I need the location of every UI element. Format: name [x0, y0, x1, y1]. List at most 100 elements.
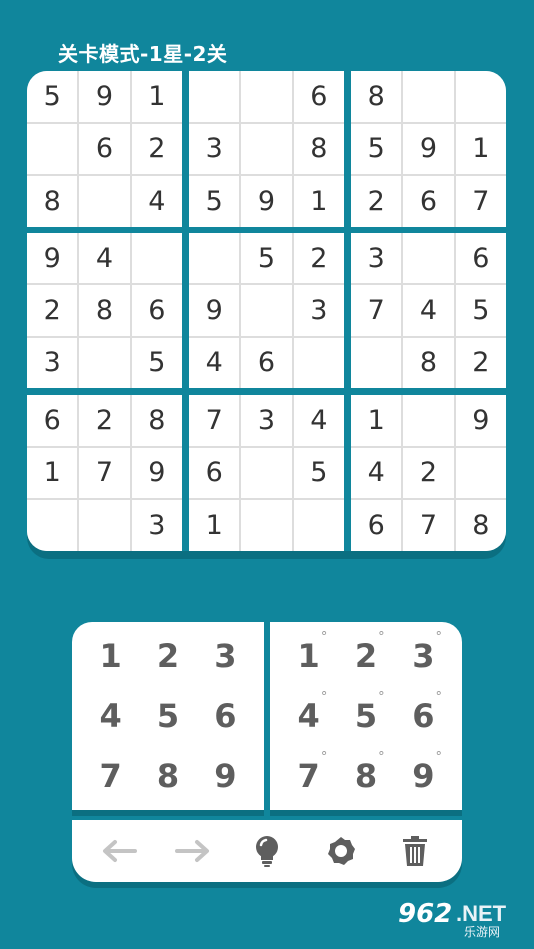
- sudoku-cell[interactable]: 4: [79, 233, 130, 284]
- number-key[interactable]: 7: [82, 746, 139, 806]
- sudoku-cell[interactable]: 5: [189, 176, 240, 227]
- number-key[interactable]: 8: [139, 746, 196, 806]
- number-key[interactable]: 2: [139, 626, 196, 686]
- sudoku-cell[interactable]: [241, 71, 292, 122]
- sudoku-cell[interactable]: 4: [293, 395, 344, 446]
- sudoku-cell[interactable]: 8: [455, 500, 506, 551]
- sudoku-cell[interactable]: 8: [79, 285, 130, 336]
- sudoku-cell[interactable]: [79, 337, 130, 388]
- sudoku-cell[interactable]: 3: [131, 500, 182, 551]
- sudoku-cell[interactable]: 3: [189, 123, 240, 175]
- note-key[interactable]: 9 °: [395, 746, 452, 806]
- note-key[interactable]: 3 °: [395, 626, 452, 686]
- sudoku-cell[interactable]: 2: [131, 123, 182, 175]
- sudoku-cell[interactable]: 4: [403, 285, 454, 336]
- sudoku-cell[interactable]: 6: [131, 285, 182, 336]
- sudoku-cell[interactable]: [293, 337, 344, 388]
- sudoku-cell[interactable]: 9: [79, 71, 130, 122]
- delete-button[interactable]: [393, 829, 437, 873]
- sudoku-cell[interactable]: 8: [403, 337, 454, 388]
- sudoku-cell[interactable]: 7: [189, 395, 240, 446]
- sudoku-cell[interactable]: [27, 123, 78, 175]
- sudoku-cell[interactable]: 8: [293, 123, 344, 175]
- sudoku-cell[interactable]: [131, 233, 182, 284]
- sudoku-cell[interactable]: 7: [351, 285, 402, 336]
- sudoku-cell[interactable]: [79, 500, 130, 551]
- sudoku-cell[interactable]: 5: [27, 71, 78, 122]
- sudoku-cell[interactable]: [241, 447, 292, 499]
- settings-button[interactable]: [319, 829, 363, 873]
- sudoku-cell[interactable]: [241, 285, 292, 336]
- sudoku-cell[interactable]: [455, 71, 506, 122]
- sudoku-cell[interactable]: 1: [351, 395, 402, 446]
- undo-button[interactable]: [97, 829, 141, 873]
- sudoku-cell[interactable]: 5: [241, 233, 292, 284]
- sudoku-cell[interactable]: [351, 337, 402, 388]
- sudoku-cell[interactable]: 1: [131, 71, 182, 122]
- number-key[interactable]: 1: [82, 626, 139, 686]
- sudoku-cell[interactable]: [403, 395, 454, 446]
- sudoku-cell[interactable]: 6: [79, 123, 130, 175]
- sudoku-cell[interactable]: 3: [27, 337, 78, 388]
- sudoku-cell[interactable]: [79, 176, 130, 227]
- sudoku-cell[interactable]: 6: [403, 176, 454, 227]
- sudoku-cell[interactable]: 2: [79, 395, 130, 446]
- sudoku-cell[interactable]: 6: [241, 337, 292, 388]
- sudoku-cell[interactable]: 8: [131, 395, 182, 446]
- sudoku-cell[interactable]: 8: [351, 71, 402, 122]
- sudoku-cell[interactable]: [403, 233, 454, 284]
- sudoku-cell[interactable]: [403, 71, 454, 122]
- sudoku-cell[interactable]: 6: [455, 233, 506, 284]
- sudoku-cell[interactable]: [241, 123, 292, 175]
- sudoku-cell[interactable]: 6: [27, 395, 78, 446]
- note-key[interactable]: 5 °: [337, 686, 394, 746]
- sudoku-cell[interactable]: 2: [455, 337, 506, 388]
- sudoku-cell[interactable]: [189, 71, 240, 122]
- sudoku-cell[interactable]: 2: [293, 233, 344, 284]
- sudoku-cell[interactable]: 9: [241, 176, 292, 227]
- sudoku-cell[interactable]: [27, 500, 78, 551]
- sudoku-cell[interactable]: 5: [131, 337, 182, 388]
- sudoku-cell[interactable]: 9: [189, 285, 240, 336]
- sudoku-cell[interactable]: 1: [293, 176, 344, 227]
- note-key[interactable]: 7 °: [280, 746, 337, 806]
- sudoku-cell[interactable]: 1: [189, 500, 240, 551]
- sudoku-cell[interactable]: 4: [131, 176, 182, 227]
- sudoku-cell[interactable]: 3: [293, 285, 344, 336]
- sudoku-cell[interactable]: 9: [455, 395, 506, 446]
- note-key[interactable]: 8 °: [337, 746, 394, 806]
- sudoku-cell[interactable]: 9: [27, 233, 78, 284]
- sudoku-cell[interactable]: 8: [27, 176, 78, 227]
- sudoku-cell[interactable]: 4: [189, 337, 240, 388]
- sudoku-cell[interactable]: 7: [79, 447, 130, 499]
- sudoku-cell[interactable]: 4: [351, 447, 402, 499]
- sudoku-cell[interactable]: 2: [351, 176, 402, 227]
- sudoku-cell[interactable]: 6: [189, 447, 240, 499]
- sudoku-cell[interactable]: 6: [293, 71, 344, 122]
- sudoku-cell[interactable]: 5: [351, 123, 402, 175]
- note-key[interactable]: 6 °: [395, 686, 452, 746]
- note-key[interactable]: 1 °: [280, 626, 337, 686]
- sudoku-cell[interactable]: 2: [403, 447, 454, 499]
- redo-button[interactable]: [171, 829, 215, 873]
- sudoku-cell[interactable]: [241, 500, 292, 551]
- note-key[interactable]: 4 °: [280, 686, 337, 746]
- number-key[interactable]: 9: [197, 746, 254, 806]
- sudoku-cell[interactable]: 7: [403, 500, 454, 551]
- sudoku-cell[interactable]: 9: [131, 447, 182, 499]
- sudoku-cell[interactable]: [293, 500, 344, 551]
- number-key[interactable]: 5: [139, 686, 196, 746]
- sudoku-cell[interactable]: [455, 447, 506, 499]
- sudoku-cell[interactable]: 3: [241, 395, 292, 446]
- sudoku-cell[interactable]: 5: [455, 285, 506, 336]
- note-key[interactable]: 2 °: [337, 626, 394, 686]
- sudoku-cell[interactable]: 2: [27, 285, 78, 336]
- hint-button[interactable]: [245, 829, 289, 873]
- sudoku-cell[interactable]: [189, 233, 240, 284]
- sudoku-cell[interactable]: 5: [293, 447, 344, 499]
- number-key[interactable]: 4: [82, 686, 139, 746]
- number-key[interactable]: 6: [197, 686, 254, 746]
- sudoku-cell[interactable]: 6: [351, 500, 402, 551]
- sudoku-cell[interactable]: 1: [455, 123, 506, 175]
- sudoku-cell[interactable]: 7: [455, 176, 506, 227]
